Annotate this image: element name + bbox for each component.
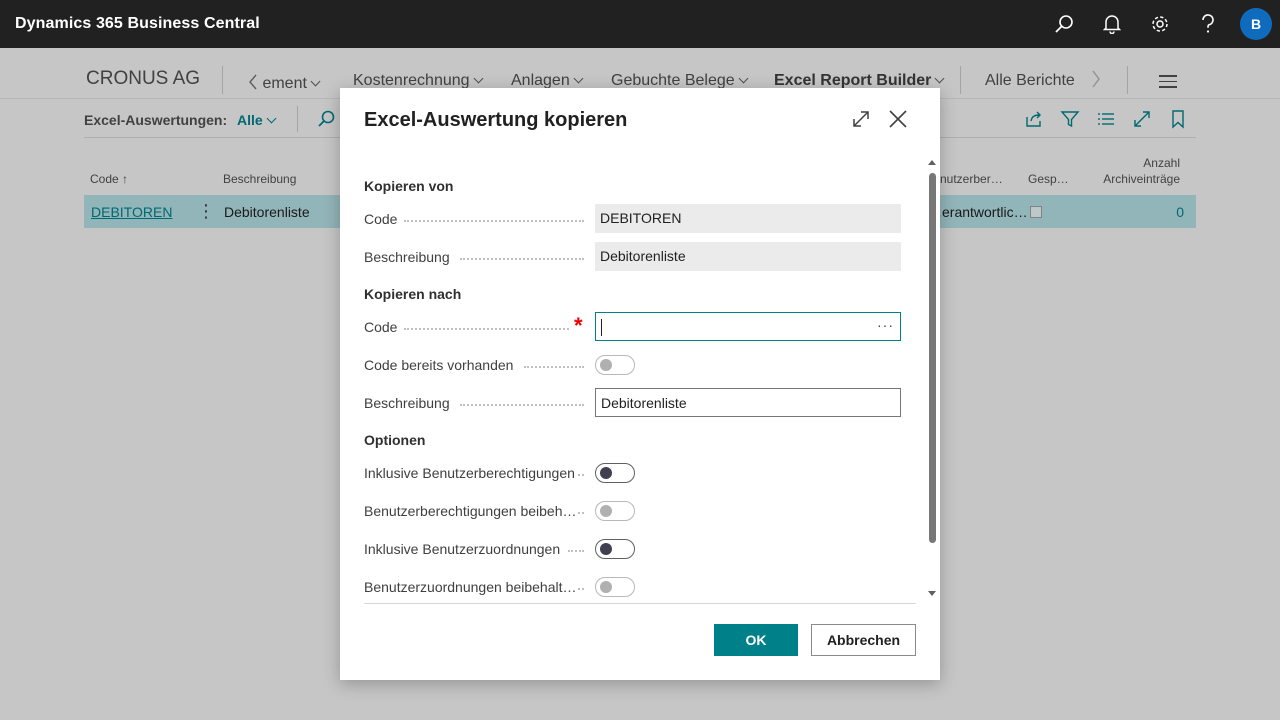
label-dots xyxy=(568,550,584,552)
gear-icon[interactable] xyxy=(1136,0,1184,48)
text-caret xyxy=(601,319,602,336)
label-dots xyxy=(578,512,584,514)
scroll-up-arrow-icon[interactable] xyxy=(928,160,936,165)
scroll-down-arrow-icon[interactable] xyxy=(928,591,936,596)
footer-divider xyxy=(364,603,916,604)
option-label-keep-assignments: Benutzerzuordnungen beibehalt… xyxy=(364,579,584,595)
ok-button[interactable]: OK xyxy=(714,624,798,656)
include-assignments-toggle[interactable] xyxy=(595,539,635,559)
close-icon[interactable] xyxy=(886,107,910,131)
dialog-title: Excel-Auswertung kopieren xyxy=(364,109,628,131)
field-label-code-exists: Code bereits vorhanden xyxy=(364,357,584,373)
option-label-include-permissions: Inklusive Benutzerberechtigungen xyxy=(364,465,584,481)
bell-icon[interactable] xyxy=(1088,0,1136,48)
cancel-button[interactable]: Abbrechen xyxy=(811,624,916,656)
search-icon[interactable] xyxy=(1040,0,1088,48)
avatar[interactable]: B xyxy=(1240,8,1272,40)
field-label-from-code: Code xyxy=(364,211,584,227)
scrollbar-thumb[interactable] xyxy=(929,173,936,543)
help-icon[interactable] xyxy=(1184,0,1232,48)
from-description-field: Debitorenliste xyxy=(595,242,901,271)
section-copy-to: Kopieren nach xyxy=(364,286,462,302)
code-exists-toggle xyxy=(595,355,635,375)
field-label-to-code: Code xyxy=(364,319,569,335)
field-label-from-description: Beschreibung xyxy=(364,249,584,265)
top-bar: Dynamics 365 Business Central B xyxy=(0,0,1280,48)
top-bar-actions: B xyxy=(1040,0,1280,48)
field-label-to-description: Beschreibung xyxy=(364,395,584,411)
label-dots xyxy=(578,588,584,590)
option-label-include-assignments: Inklusive Benutzerzuordnungen xyxy=(364,541,584,557)
required-asterisk-icon: * xyxy=(574,313,583,338)
section-copy-from: Kopieren von xyxy=(364,178,454,194)
option-label-keep-permissions: Benutzerberechtigungen beibeh… xyxy=(364,503,584,519)
section-options: Optionen xyxy=(364,432,426,448)
expand-icon[interactable] xyxy=(849,107,873,131)
from-code-field: DEBITOREN xyxy=(595,204,901,233)
label-dots xyxy=(460,404,584,406)
label-dots xyxy=(524,366,584,368)
app-title[interactable]: Dynamics 365 Business Central xyxy=(15,15,260,33)
keep-permissions-toggle xyxy=(595,501,635,521)
lookup-ellipsis-icon[interactable]: ··· xyxy=(877,317,894,333)
keep-assignments-toggle xyxy=(595,577,635,597)
label-dots xyxy=(404,220,584,222)
label-dots xyxy=(578,474,584,476)
to-description-input[interactable]: Debitorenliste xyxy=(595,388,901,417)
label-dots xyxy=(460,258,584,260)
to-code-input[interactable]: ··· xyxy=(595,312,901,341)
copy-report-dialog: Excel-Auswertung kopieren Kopieren von C… xyxy=(340,88,940,680)
label-dots xyxy=(404,328,569,330)
include-permissions-toggle[interactable] xyxy=(595,463,635,483)
